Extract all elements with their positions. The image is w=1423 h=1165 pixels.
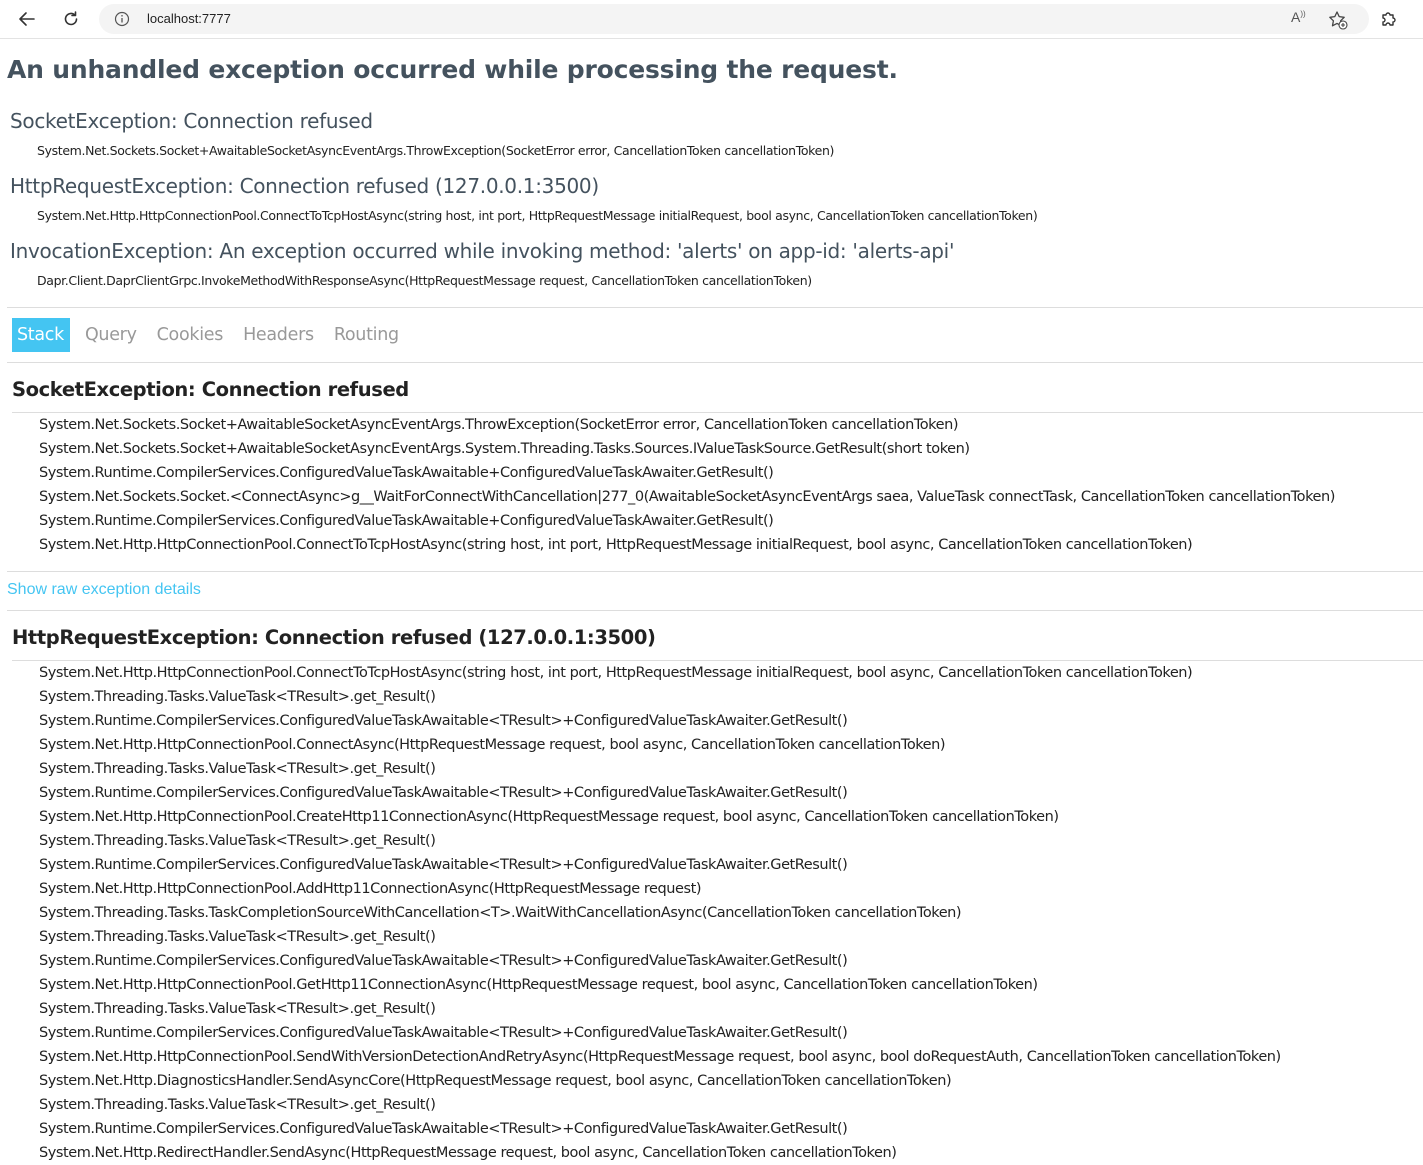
stack-section-2: HttpRequestException: Connection refused… xyxy=(12,623,1423,1165)
reload-icon xyxy=(64,11,78,26)
browser-toolbar: localhost:7777 A)) xyxy=(0,0,1423,39)
tab-cookies[interactable]: Cookies xyxy=(152,318,235,352)
summary-exception-title: SocketException: Connection refused xyxy=(10,109,373,133)
stack-frame[interactable]: System.Net.Sockets.Socket.<ConnectAsync>… xyxy=(12,485,1423,509)
summary-exception-location: System.Net.Http.HttpConnectionPool.Conne… xyxy=(37,208,1038,223)
stack-frame[interactable]: System.Runtime.CompilerServices.Configur… xyxy=(12,1021,1423,1045)
stack-frame[interactable]: System.Net.Http.HttpConnectionPool.GetHt… xyxy=(12,973,1423,997)
stack-frame[interactable]: System.Threading.Tasks.ValueTask<TResult… xyxy=(12,1093,1423,1117)
divider xyxy=(7,362,1423,363)
stack-frame[interactable]: System.Runtime.CompilerServices.Configur… xyxy=(12,853,1423,877)
stack-frame[interactable]: System.Runtime.CompilerServices.Configur… xyxy=(12,949,1423,973)
tab-stack[interactable]: Stack xyxy=(12,318,70,352)
summary-exception-3: InvocationException: An exception occurr… xyxy=(10,239,1410,288)
url-text[interactable]: localhost:7777 xyxy=(147,11,231,26)
summary-exception-location: Dapr.Client.DaprClientGrpc.InvokeMethodW… xyxy=(37,273,812,288)
summary-exception-title: HttpRequestException: Connection refused… xyxy=(10,174,599,198)
stack-frame[interactable]: System.Net.Http.HttpConnectionPool.Creat… xyxy=(12,805,1423,829)
stack-frame[interactable]: System.Net.Http.HttpConnectionPool.Conne… xyxy=(12,661,1423,685)
stack-frame[interactable]: System.Net.Sockets.Socket+AwaitableSocke… xyxy=(12,437,1423,461)
stack-frame[interactable]: System.Net.Http.HttpConnectionPool.Conne… xyxy=(12,733,1423,757)
favorite-star-icon[interactable] xyxy=(1327,9,1349,31)
stack-frame-list: System.Net.Http.HttpConnectionPool.Conne… xyxy=(12,661,1423,1165)
summary-exception-location: System.Net.Sockets.Socket+AwaitableSocke… xyxy=(37,143,835,158)
divider xyxy=(7,610,1423,611)
stack-frame[interactable]: System.Threading.Tasks.ValueTask<TResult… xyxy=(12,829,1423,853)
extensions-button[interactable] xyxy=(1374,4,1404,34)
summary-exception-1: SocketException: Connection refused Syst… xyxy=(10,109,1410,158)
stack-frame[interactable]: System.Runtime.CompilerServices.Configur… xyxy=(12,781,1423,805)
tab-routing[interactable]: Routing xyxy=(329,318,411,352)
tab-query[interactable]: Query xyxy=(80,318,149,352)
divider xyxy=(7,571,1423,572)
stack-frame[interactable]: System.Net.Http.HttpConnectionPool.Conne… xyxy=(12,533,1423,557)
address-bar[interactable]: localhost:7777 A)) xyxy=(99,4,1369,34)
stack-frame[interactable]: System.Net.Http.RedirectHandler.SendAsyn… xyxy=(12,1141,1423,1165)
stack-frame[interactable]: System.Runtime.CompilerServices.Configur… xyxy=(12,461,1423,485)
puzzle-piece-icon xyxy=(1382,12,1396,26)
stack-frame[interactable]: System.Threading.Tasks.ValueTask<TResult… xyxy=(12,997,1423,1021)
stack-frame[interactable]: System.Net.Http.HttpConnectionPool.AddHt… xyxy=(12,877,1423,901)
summary-exception-title: InvocationException: An exception occurr… xyxy=(10,239,955,263)
back-button[interactable] xyxy=(12,4,42,34)
stack-frame[interactable]: System.Threading.Tasks.ValueTask<TResult… xyxy=(12,925,1423,949)
tab-headers[interactable]: Headers xyxy=(238,318,326,352)
stack-frame[interactable]: System.Threading.Tasks.TaskCompletionSou… xyxy=(12,901,1423,925)
stack-section-1: SocketException: Connection refused Syst… xyxy=(12,375,1423,557)
stack-frame[interactable]: System.Threading.Tasks.ValueTask<TResult… xyxy=(12,757,1423,781)
stack-frame[interactable]: System.Runtime.CompilerServices.Configur… xyxy=(12,509,1423,533)
back-arrow-icon xyxy=(19,12,35,26)
summary-exception-2: HttpRequestException: Connection refused… xyxy=(10,174,1410,223)
stack-frame[interactable]: System.Net.Http.HttpConnectionPool.SendW… xyxy=(12,1045,1423,1069)
read-aloud-label: A xyxy=(1291,9,1301,25)
stack-section-title: HttpRequestException: Connection refused… xyxy=(12,626,656,649)
stack-frame[interactable]: System.Threading.Tasks.ValueTask<TResult… xyxy=(12,685,1423,709)
divider xyxy=(7,307,1423,308)
read-aloud-icon[interactable]: A)) xyxy=(1291,9,1306,25)
stack-frame[interactable]: System.Net.Sockets.Socket+AwaitableSocke… xyxy=(12,413,1423,437)
site-info-icon[interactable] xyxy=(113,10,131,28)
stack-frame-list: System.Net.Sockets.Socket+AwaitableSocke… xyxy=(12,413,1423,557)
reload-button[interactable] xyxy=(56,4,86,34)
stack-section-title: SocketException: Connection refused xyxy=(12,378,409,401)
page-title: An unhandled exception occurred while pr… xyxy=(7,55,898,84)
stack-frame[interactable]: System.Runtime.CompilerServices.Configur… xyxy=(12,1117,1423,1141)
tab-bar: Stack Query Cookies Headers Routing xyxy=(12,318,414,352)
stack-frame[interactable]: System.Net.Http.DiagnosticsHandler.SendA… xyxy=(12,1069,1423,1093)
stack-frame[interactable]: System.Runtime.CompilerServices.Configur… xyxy=(12,709,1423,733)
show-raw-exception-link[interactable]: Show raw exception details xyxy=(7,581,201,599)
